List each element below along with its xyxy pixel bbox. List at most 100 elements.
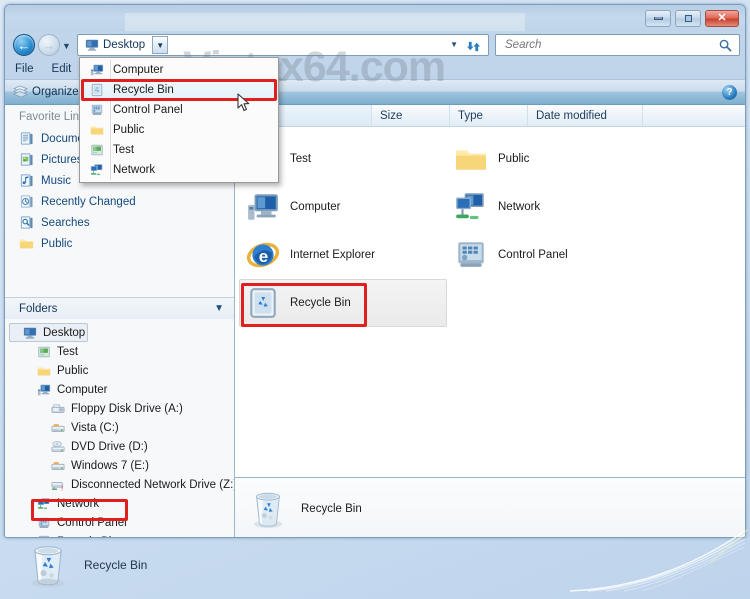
- tree-item-label: Computer: [57, 383, 108, 396]
- details-pane: Recycle Bin: [235, 477, 745, 537]
- organize-button[interactable]: Organize: [13, 85, 79, 99]
- network-icon: [90, 163, 104, 177]
- tree-item-windows-7-e[interactable]: Windows 7 (E:): [5, 456, 234, 475]
- minimize-icon: [653, 17, 663, 20]
- navigation-bar: ← → ▼ Desktop ▼ ▼: [5, 31, 745, 59]
- tree-item-dvd-drive-d[interactable]: DVD Drive (D:): [5, 437, 234, 456]
- maximize-button[interactable]: [675, 10, 701, 27]
- recyclebin-icon: [26, 542, 70, 588]
- grid-item-label: Public: [498, 153, 530, 165]
- address-history-chevron-icon[interactable]: ▼: [450, 40, 458, 49]
- tree-item-public[interactable]: Public: [5, 361, 234, 380]
- computer-icon: [246, 190, 280, 224]
- details-recyclebin-icon: [249, 489, 287, 529]
- desktop-icon: [23, 326, 37, 340]
- tree-item-control-panel[interactable]: Control Panel: [5, 513, 234, 532]
- recyclebin-icon: [246, 286, 280, 320]
- grid-item-control-panel[interactable]: Control Panel: [447, 231, 655, 279]
- grid-item-internet-explorer[interactable]: e Internet Explorer: [239, 231, 447, 279]
- favorite-link-recently-changed[interactable]: Recently Changed: [5, 191, 234, 212]
- folder-icon: [90, 123, 104, 137]
- column-size[interactable]: Size: [372, 105, 450, 126]
- breadcrumb-desktop[interactable]: Desktop: [82, 37, 148, 53]
- popup-item-recycle-bin[interactable]: Recycle Bin: [80, 80, 278, 100]
- folders-header[interactable]: Folders ▼: [5, 297, 234, 319]
- chevron-down-icon[interactable]: ▼: [214, 303, 224, 314]
- popup-item-control-panel[interactable]: Control Panel: [80, 100, 278, 120]
- popup-item-label: Public: [113, 124, 145, 136]
- popup-item-list: Computer Recycle Bin Control Panel Public Te…: [80, 60, 278, 180]
- grid-item-label: Internet Explorer: [290, 249, 376, 261]
- grid-item-label: Control Panel: [498, 249, 568, 261]
- grid-item-label: Recycle Bin: [290, 297, 351, 309]
- forward-arrow-icon: →: [42, 37, 56, 53]
- search-box[interactable]: [495, 34, 740, 56]
- tree-item-vista-c[interactable]: Vista (C:): [5, 418, 234, 437]
- floppy-icon: [51, 402, 65, 416]
- controlpanel-icon: [37, 516, 51, 530]
- minimize-button[interactable]: [645, 10, 671, 27]
- desktop-recycle-bin[interactable]: Recycle Bin: [16, 534, 147, 588]
- favorite-link-label: Searches: [41, 216, 90, 229]
- menu-file[interactable]: File: [15, 63, 34, 75]
- menu-edit[interactable]: Edit: [52, 63, 72, 75]
- popup-item-test[interactable]: Test: [80, 140, 278, 160]
- harddrive-icon: [51, 459, 65, 473]
- grid-item-network[interactable]: Network: [447, 183, 655, 231]
- network-icon: [454, 190, 488, 224]
- grid-item-public[interactable]: Public: [447, 135, 655, 183]
- tree-item-computer[interactable]: Computer: [5, 380, 234, 399]
- favorite-link-public[interactable]: Public: [5, 233, 234, 254]
- tree-item-label: Network: [57, 497, 100, 510]
- grid-item-recycle-bin[interactable]: Recycle Bin: [239, 279, 447, 327]
- tree-item-label: Public: [57, 364, 89, 377]
- harddrive-icon: [51, 421, 65, 435]
- pictures-icon: [19, 152, 34, 167]
- popup-item-label: Network: [113, 164, 156, 176]
- tree-item-network[interactable]: Network: [5, 494, 234, 513]
- help-label: ?: [726, 87, 733, 98]
- dvd-icon: [51, 440, 65, 454]
- network-icon: [37, 497, 51, 511]
- favorite-link-label: Public: [41, 237, 73, 250]
- music-icon: [19, 173, 34, 188]
- recyclebin-icon: [90, 83, 104, 97]
- folder-icon: [37, 364, 51, 378]
- forward-button[interactable]: →: [38, 34, 60, 56]
- grid-item-computer[interactable]: Computer: [239, 183, 447, 231]
- tree-item-label: Test: [57, 345, 79, 358]
- search-input[interactable]: [503, 38, 719, 52]
- folder-tree: Desktop Test Public Computer Floppy Disk Dri…: [5, 319, 234, 537]
- desktop-recycle-bin-label: Recycle Bin: [84, 558, 148, 572]
- organize-icon: [13, 85, 28, 99]
- popup-item-label: Recycle Bin: [113, 84, 174, 96]
- popup-item-public[interactable]: Public: [80, 120, 278, 140]
- popup-item-computer[interactable]: Computer: [80, 60, 278, 80]
- favorite-link-searches[interactable]: Searches: [5, 212, 234, 233]
- help-icon[interactable]: ?: [722, 85, 737, 100]
- tree-item-label: Disconnected Network Drive (Z:): [71, 478, 234, 491]
- close-button[interactable]: ✕: [705, 10, 739, 27]
- search-icon[interactable]: [719, 39, 732, 52]
- tree-item-test[interactable]: Test: [5, 342, 234, 361]
- history-dropdown-icon[interactable]: ▼: [62, 41, 71, 51]
- column-date-modified[interactable]: Date modified: [528, 105, 643, 126]
- address-bar[interactable]: Desktop ▼ ▼: [77, 34, 489, 56]
- titlebar-sheen: [125, 13, 525, 31]
- tree-item-desktop[interactable]: Desktop: [5, 323, 234, 342]
- details-label: Recycle Bin: [301, 502, 362, 515]
- tree-item-floppy-disk-drive-a[interactable]: Floppy Disk Drive (A:): [5, 399, 234, 418]
- tree-item-disconnected-network-drive-z[interactable]: ! Disconnected Network Drive (Z:): [5, 475, 234, 494]
- back-arrow-icon: ←: [17, 37, 31, 53]
- breadcrumb-dropdown-button[interactable]: ▼: [152, 36, 169, 54]
- popup-item-network[interactable]: Network: [80, 160, 278, 180]
- back-button[interactable]: ←: [13, 34, 35, 56]
- column-type[interactable]: Type: [450, 105, 528, 126]
- maximize-icon: [684, 15, 692, 22]
- folders-label: Folders: [19, 302, 58, 315]
- popup-item-label: Test: [113, 144, 135, 156]
- tree-item-label: Desktop: [43, 326, 86, 339]
- refresh-button[interactable]: [463, 38, 483, 55]
- organize-label: Organize: [32, 86, 79, 98]
- title-bar: ✕: [5, 5, 745, 31]
